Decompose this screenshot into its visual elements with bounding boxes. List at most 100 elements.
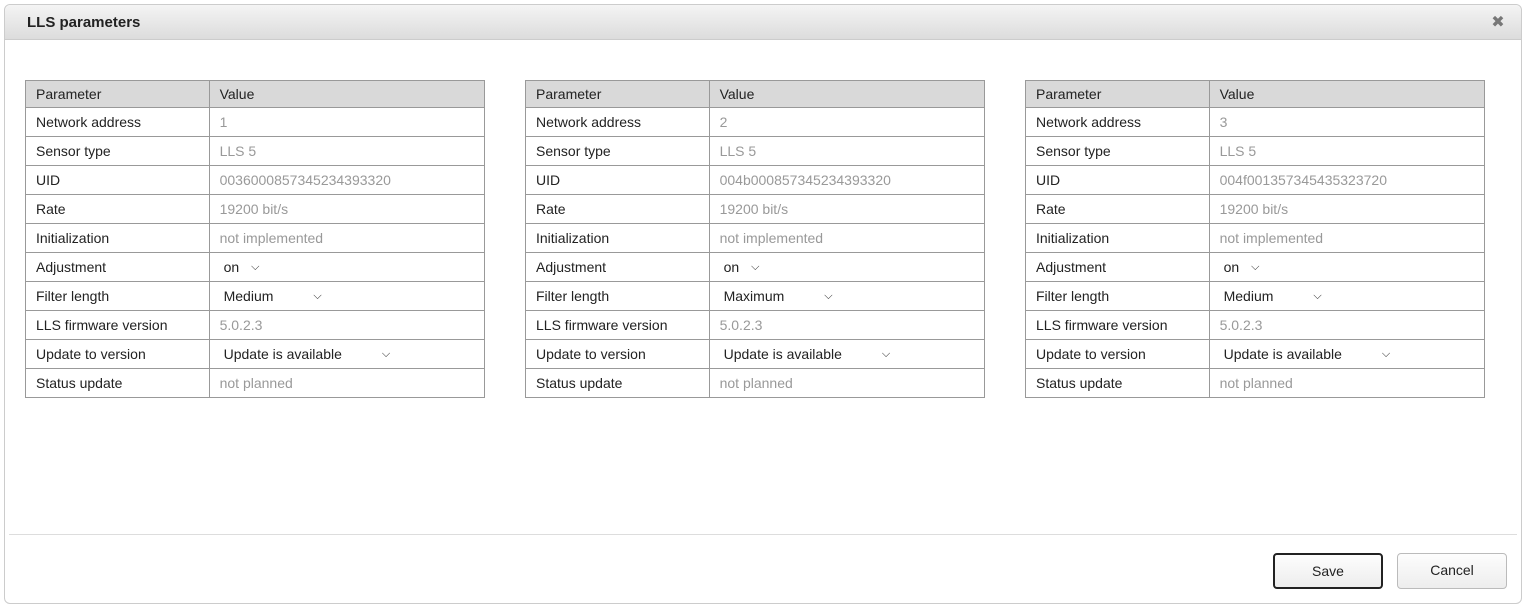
initialization-value: not implemented bbox=[1209, 224, 1484, 253]
row-label: Rate bbox=[1026, 195, 1210, 224]
update-version-select[interactable]: Update is available ⌵ bbox=[220, 346, 395, 362]
row-label: Status update bbox=[526, 369, 710, 398]
row-label: Sensor type bbox=[1026, 137, 1210, 166]
filter-length-select[interactable]: Medium ⌵ bbox=[1220, 288, 1326, 304]
filter-length-value: Maximum bbox=[724, 288, 785, 304]
rate-value: 19200 bit/s bbox=[1209, 195, 1484, 224]
table-row: Rate 19200 bit/s bbox=[26, 195, 485, 224]
adjustment-select[interactable]: on ⌵ bbox=[220, 259, 264, 275]
initialization-value: not implemented bbox=[709, 224, 984, 253]
table-row: UID 0036000857345234393320 bbox=[26, 166, 485, 195]
row-label: Status update bbox=[1026, 369, 1210, 398]
table-row: Update to version Update is available ⌵ bbox=[1026, 340, 1485, 369]
table-row: Sensor type LLS 5 bbox=[526, 137, 985, 166]
row-label: Adjustment bbox=[1026, 253, 1210, 282]
table-row: LLS firmware version 5.0.2.3 bbox=[1026, 311, 1485, 340]
table-header-row: Parameter Value bbox=[26, 81, 485, 108]
table-header-row: Parameter Value bbox=[526, 81, 985, 108]
header-parameter: Parameter bbox=[26, 81, 210, 108]
row-label: Initialization bbox=[526, 224, 710, 253]
row-label: Update to version bbox=[1026, 340, 1210, 369]
table-row: Initialization not implemented bbox=[526, 224, 985, 253]
chevron-down-icon: ⌵ bbox=[882, 348, 890, 361]
table-row: Update to version Update is available ⌵ bbox=[526, 340, 985, 369]
row-label: Rate bbox=[526, 195, 710, 224]
adjustment-select[interactable]: on ⌵ bbox=[1220, 259, 1264, 275]
status-update-value: not planned bbox=[209, 369, 484, 398]
row-label: Network address bbox=[26, 108, 210, 137]
table-row: Adjustment on ⌵ bbox=[526, 253, 985, 282]
uid-value: 004b000857345234393320 bbox=[709, 166, 984, 195]
sensor-table-2: Parameter Value Network address 2 Sensor… bbox=[525, 80, 985, 398]
row-label: Update to version bbox=[526, 340, 710, 369]
table-row: Rate 19200 bit/s bbox=[1026, 195, 1485, 224]
header-value: Value bbox=[1209, 81, 1484, 108]
adjustment-value: on bbox=[1224, 259, 1240, 275]
network-address-value: 2 bbox=[709, 108, 984, 137]
row-label: Network address bbox=[526, 108, 710, 137]
chevron-down-icon: ⌵ bbox=[1382, 348, 1390, 361]
chevron-down-icon: ⌵ bbox=[824, 290, 832, 303]
row-label: Filter length bbox=[26, 282, 210, 311]
row-label: Rate bbox=[26, 195, 210, 224]
sensor-table-1: Parameter Value Network address 1 Sensor… bbox=[25, 80, 485, 398]
status-update-value: not planned bbox=[709, 369, 984, 398]
row-label: Adjustment bbox=[526, 253, 710, 282]
filter-length-select[interactable]: Maximum ⌵ bbox=[720, 288, 837, 304]
initialization-value: not implemented bbox=[209, 224, 484, 253]
uid-value: 004f001357345435323720 bbox=[1209, 166, 1484, 195]
table-row: Status update not planned bbox=[526, 369, 985, 398]
table-row: Network address 1 bbox=[26, 108, 485, 137]
header-value: Value bbox=[709, 81, 984, 108]
network-address-value: 1 bbox=[209, 108, 484, 137]
titlebar: LLS parameters ✖ bbox=[5, 5, 1521, 40]
chevron-down-icon: ⌵ bbox=[751, 261, 759, 274]
table-row: LLS firmware version 5.0.2.3 bbox=[526, 311, 985, 340]
update-version-value: Update is available bbox=[224, 346, 342, 362]
save-button[interactable]: Save bbox=[1273, 553, 1383, 589]
header-value: Value bbox=[209, 81, 484, 108]
table-row: Initialization not implemented bbox=[26, 224, 485, 253]
table-row: LLS firmware version 5.0.2.3 bbox=[26, 311, 485, 340]
close-button[interactable]: ✖ bbox=[1487, 11, 1509, 33]
adjustment-select[interactable]: on ⌵ bbox=[720, 259, 764, 275]
firmware-version-value: 5.0.2.3 bbox=[209, 311, 484, 340]
adjustment-value: on bbox=[224, 259, 240, 275]
row-label: Adjustment bbox=[26, 253, 210, 282]
row-label: Sensor type bbox=[26, 137, 210, 166]
firmware-version-value: 5.0.2.3 bbox=[1209, 311, 1484, 340]
chevron-down-icon: ⌵ bbox=[1251, 261, 1259, 274]
row-label: Initialization bbox=[26, 224, 210, 253]
dialog-footer: Save Cancel bbox=[5, 535, 1521, 603]
table-row: Network address 2 bbox=[526, 108, 985, 137]
chevron-down-icon: ⌵ bbox=[313, 290, 321, 303]
update-version-select[interactable]: Update is available ⌵ bbox=[1220, 346, 1395, 362]
sensor-type-value: LLS 5 bbox=[709, 137, 984, 166]
table-row: Rate 19200 bit/s bbox=[526, 195, 985, 224]
table-header-row: Parameter Value bbox=[1026, 81, 1485, 108]
lls-parameters-dialog: LLS parameters ✖ Parameter Value Network… bbox=[4, 4, 1522, 604]
update-version-select[interactable]: Update is available ⌵ bbox=[720, 346, 895, 362]
cancel-button[interactable]: Cancel bbox=[1397, 553, 1507, 589]
filter-length-value: Medium bbox=[224, 288, 274, 304]
table-row: Filter length Medium ⌵ bbox=[26, 282, 485, 311]
row-label: Status update bbox=[26, 369, 210, 398]
network-address-value: 3 bbox=[1209, 108, 1484, 137]
row-label: LLS firmware version bbox=[526, 311, 710, 340]
table-row: UID 004b000857345234393320 bbox=[526, 166, 985, 195]
row-label: Initialization bbox=[1026, 224, 1210, 253]
table-row: Adjustment on ⌵ bbox=[1026, 253, 1485, 282]
table-row: Adjustment on ⌵ bbox=[26, 253, 485, 282]
dialog-content: Parameter Value Network address 1 Sensor… bbox=[5, 40, 1521, 534]
dialog-title: LLS parameters bbox=[17, 14, 140, 31]
table-row: Status update not planned bbox=[26, 369, 485, 398]
uid-value: 0036000857345234393320 bbox=[209, 166, 484, 195]
sensor-table-3: Parameter Value Network address 3 Sensor… bbox=[1025, 80, 1485, 398]
row-label: LLS firmware version bbox=[26, 311, 210, 340]
adjustment-value: on bbox=[724, 259, 740, 275]
table-row: Sensor type LLS 5 bbox=[26, 137, 485, 166]
table-row: Update to version Update is available ⌵ bbox=[26, 340, 485, 369]
table-row: Initialization not implemented bbox=[1026, 224, 1485, 253]
update-version-value: Update is available bbox=[724, 346, 842, 362]
filter-length-select[interactable]: Medium ⌵ bbox=[220, 288, 326, 304]
